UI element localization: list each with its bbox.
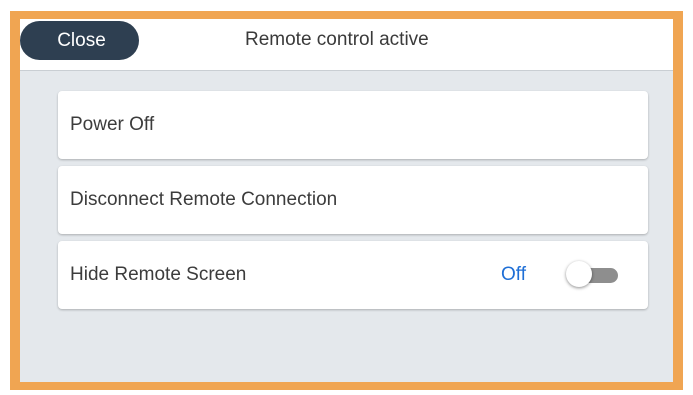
disconnect-remote-connection-button[interactable]: Disconnect Remote Connection	[58, 166, 648, 234]
toggle-knob	[566, 261, 592, 287]
header-bar: Close Remote control active	[20, 19, 673, 71]
hide-remote-screen-row[interactable]: Hide Remote Screen Off	[58, 241, 648, 309]
menu-list: Power Off Disconnect Remote Connection H…	[58, 91, 648, 316]
hide-remote-screen-toggle[interactable]	[566, 261, 618, 287]
remote-control-panel: Close Remote control active Power Off Di…	[10, 11, 683, 390]
power-off-label: Power Off	[70, 114, 155, 135]
power-off-button[interactable]: Power Off	[58, 91, 648, 159]
toggle-state-label: Off	[501, 264, 526, 285]
page-title: Remote control active	[245, 29, 429, 50]
hide-remote-screen-label: Hide Remote Screen	[70, 264, 247, 285]
disconnect-remote-connection-label: Disconnect Remote Connection	[70, 189, 338, 210]
close-button[interactable]: Close	[20, 21, 139, 60]
